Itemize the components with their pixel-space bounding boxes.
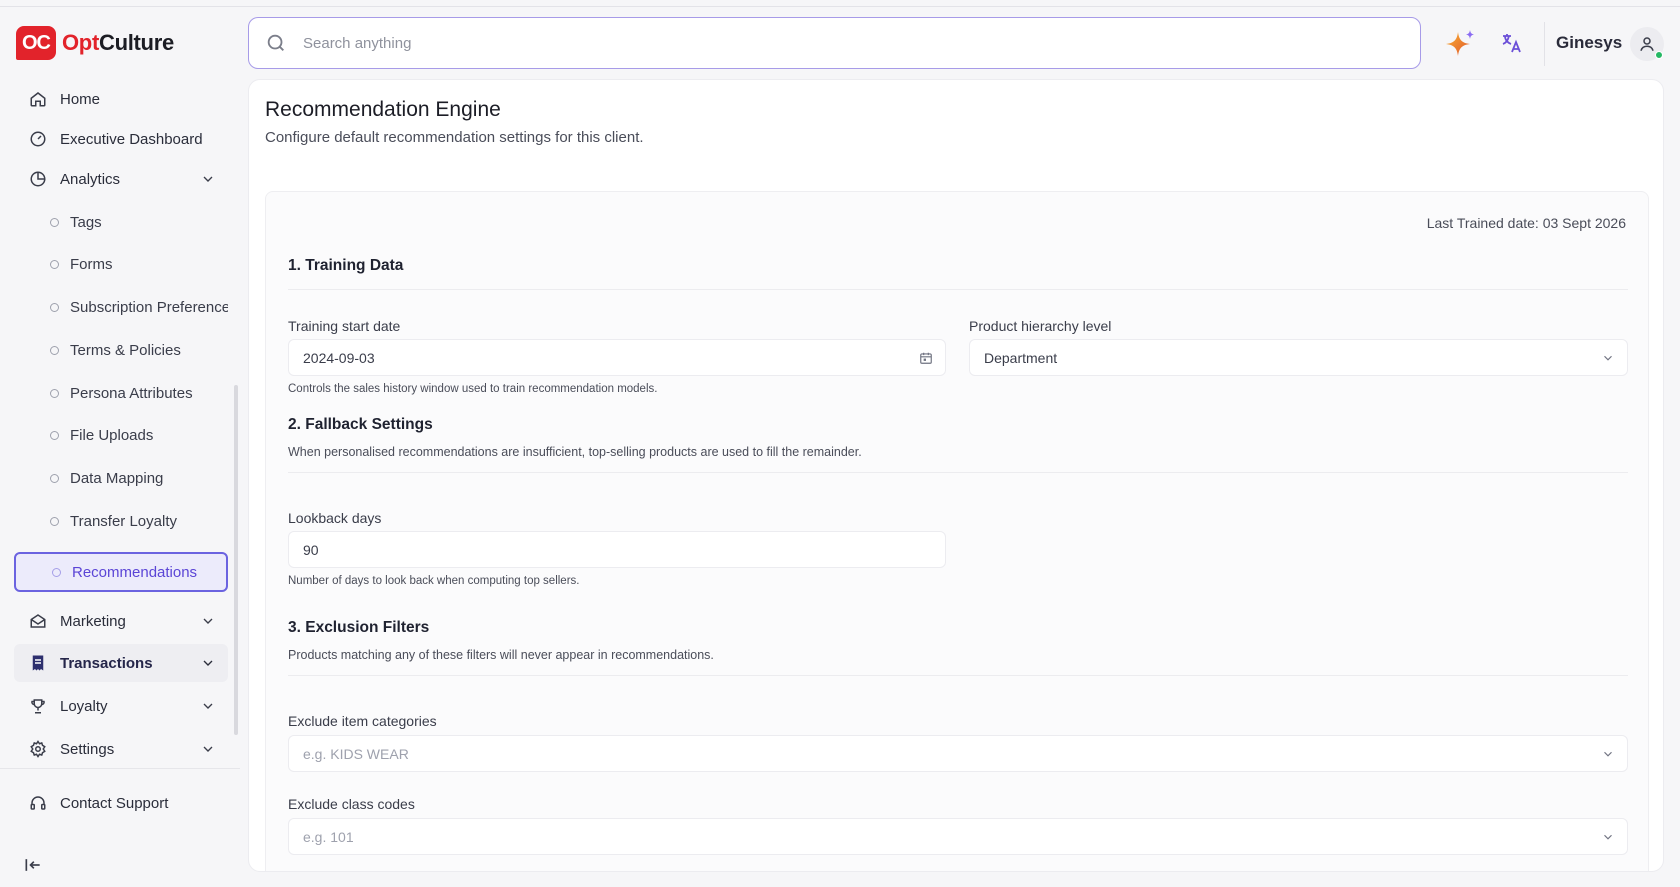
- main-content: Recommendation Engine Configure default …: [248, 79, 1664, 872]
- chevron-down-icon: [203, 176, 213, 182]
- sidebar-item-label: Executive Dashboard: [60, 130, 203, 148]
- fallback-description: When personalised recommendations are in…: [288, 445, 862, 459]
- receipt-icon: [28, 653, 48, 673]
- lookback-days-input[interactable]: 90: [288, 531, 946, 568]
- collapse-sidebar-icon[interactable]: [22, 855, 44, 875]
- sidebar-item-label: Contact Support: [60, 794, 169, 812]
- sidebar-item-analytics[interactable]: Analytics: [14, 160, 228, 198]
- sidebar-item-transactions[interactable]: Transactions: [14, 644, 228, 682]
- section-title-training-data: 1. Training Data: [288, 257, 404, 274]
- avatar[interactable]: [1630, 27, 1664, 61]
- exclude-class-codes-select[interactable]: e.g. 101: [288, 818, 1628, 855]
- ai-sparkle-icon[interactable]: [1442, 26, 1478, 62]
- chevron-down-icon: [1604, 834, 1612, 840]
- calendar-icon[interactable]: [919, 351, 933, 365]
- sidebar: OC OptCulture Home Executive Dashboard A…: [0, 7, 240, 887]
- page-title: Recommendation Engine: [265, 98, 501, 121]
- section-title-fallback-settings: 2. Fallback Settings: [288, 416, 433, 433]
- brand-logo[interactable]: OC OptCulture: [16, 26, 174, 60]
- sidebar-subitem-terms-policies[interactable]: Terms & Policies: [14, 331, 228, 369]
- logo-mark: OC: [16, 26, 56, 60]
- sidebar-item-label: Settings: [60, 740, 115, 758]
- product-hierarchy-select[interactable]: Department: [969, 339, 1628, 376]
- exclusion-description: Products matching any of these filters w…: [288, 648, 714, 662]
- sidebar-item-label: Transactions: [60, 654, 153, 672]
- exclude-categories-select[interactable]: e.g. KIDS WEAR: [288, 735, 1628, 772]
- training-start-date-label: Training start date: [288, 318, 401, 334]
- sidebar-item-label: Loyalty: [60, 697, 108, 715]
- bullet-icon: [50, 430, 59, 440]
- sidebar-item-settings[interactable]: Settings: [14, 730, 228, 768]
- sidebar-subitem-data-mapping[interactable]: Data Mapping: [14, 459, 228, 497]
- search-bar[interactable]: [248, 17, 1421, 69]
- product-hierarchy-label: Product hierarchy level: [969, 318, 1112, 334]
- sidebar-item-label: Marketing: [60, 612, 126, 630]
- online-status-indicator: [1655, 51, 1663, 59]
- exclude-class-codes-label: Exclude class codes: [288, 796, 415, 812]
- trophy-icon: [28, 696, 48, 716]
- sidebar-subitem-subscription-preferences[interactable]: Subscription Preferences: [14, 288, 228, 326]
- sidebar-divider: [0, 768, 240, 769]
- sidebar-item-home[interactable]: Home: [14, 80, 228, 118]
- chevron-down-icon: [1604, 751, 1612, 757]
- chevron-down-icon: [203, 703, 213, 709]
- product-hierarchy-value: Department: [984, 349, 1058, 366]
- pie-chart-icon: [28, 169, 48, 189]
- chevron-down-icon: [203, 618, 213, 624]
- sidebar-item-contact-support[interactable]: Contact Support: [14, 784, 228, 822]
- lookback-days-value: 90: [303, 541, 319, 558]
- top-border: [0, 6, 1680, 7]
- section-divider: [288, 472, 1628, 473]
- user-icon: [1640, 37, 1654, 51]
- user-name[interactable]: Ginesys: [1556, 33, 1622, 53]
- home-icon: [28, 89, 48, 109]
- mail-open-icon: [28, 611, 48, 631]
- section-divider: [288, 289, 1628, 290]
- last-trained-date: Last Trained date: 03 Sept 2026: [1426, 215, 1626, 231]
- bullet-icon: [50, 473, 59, 483]
- chevron-down-icon: [203, 746, 213, 752]
- training-start-date-field[interactable]: 2024-09-03: [288, 339, 946, 376]
- sidebar-item-executive-dashboard[interactable]: Executive Dashboard: [14, 120, 228, 158]
- sidebar-scrollbar[interactable]: [234, 385, 238, 735]
- section-divider: [288, 675, 1628, 676]
- section-title-exclusion-filters: 3. Exclusion Filters: [288, 619, 430, 636]
- bullet-icon: [50, 259, 59, 269]
- training-start-date-value: 2024-09-03: [303, 349, 375, 366]
- sidebar-item-label: Home: [60, 90, 101, 108]
- settings-panel: Last Trained date: 03 Sept 2026 1. Train…: [265, 191, 1649, 871]
- search-icon: [267, 34, 284, 51]
- bullet-icon: [52, 567, 61, 577]
- gauge-icon: [28, 129, 48, 149]
- lookback-days-label: Lookback days: [288, 510, 382, 526]
- sidebar-subitem-persona-attributes[interactable]: Persona Attributes: [14, 374, 228, 412]
- headset-icon: [28, 793, 48, 813]
- sidebar-item-loyalty[interactable]: Loyalty: [14, 687, 228, 725]
- exclude-categories-placeholder: e.g. KIDS WEAR: [303, 745, 409, 762]
- logo-text: OptCulture: [62, 30, 174, 55]
- chevron-down-icon: [203, 660, 213, 666]
- bullet-icon: [50, 302, 59, 312]
- translate-icon[interactable]: [1500, 30, 1524, 56]
- sidebar-subitem-recommendations[interactable]: Recommendations: [14, 552, 228, 592]
- search-input[interactable]: [303, 34, 1353, 52]
- sidebar-subitem-file-uploads[interactable]: File Uploads: [14, 416, 228, 454]
- lookback-help-text: Number of days to look back when computi…: [288, 575, 580, 587]
- header-divider: [1544, 22, 1545, 66]
- exclude-class-codes-placeholder: e.g. 101: [303, 828, 354, 845]
- chevron-down-icon: [1604, 355, 1612, 361]
- exclude-categories-label: Exclude item categories: [288, 713, 437, 729]
- training-help-text: Controls the sales history window used t…: [288, 383, 658, 395]
- sidebar-item-label: Analytics: [60, 170, 121, 188]
- page-subtitle: Configure default recommendation setting…: [265, 129, 644, 146]
- gear-icon: [28, 739, 48, 759]
- bullet-icon: [50, 345, 59, 355]
- sidebar-subitem-tags[interactable]: Tags: [14, 203, 228, 241]
- bullet-icon: [50, 217, 59, 227]
- sidebar-subitem-transfer-loyalty[interactable]: Transfer Loyalty: [14, 502, 228, 540]
- sidebar-item-marketing[interactable]: Marketing: [14, 602, 228, 640]
- bullet-icon: [50, 388, 59, 398]
- bullet-icon: [50, 516, 59, 526]
- sidebar-subitem-forms[interactable]: Forms: [14, 245, 228, 283]
